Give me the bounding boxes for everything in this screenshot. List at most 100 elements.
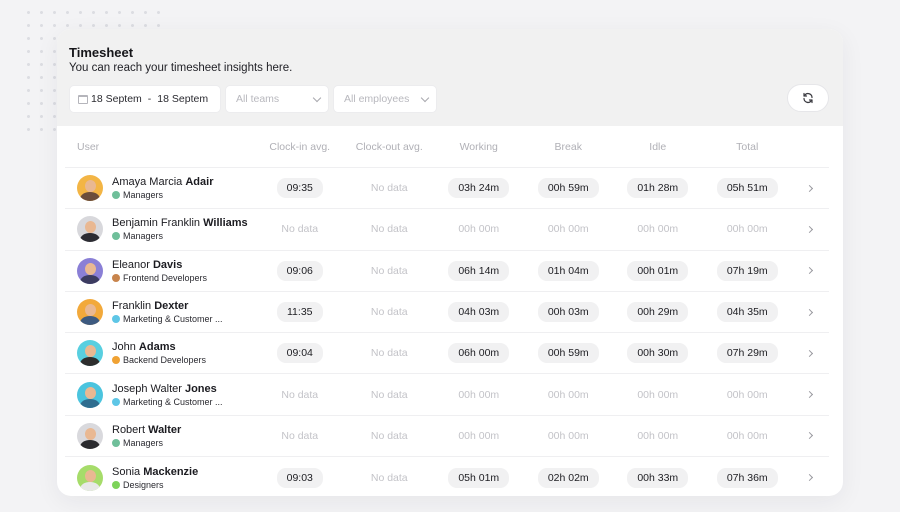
cell-clock-in: 09:06	[255, 260, 345, 281]
timesheet-card: Timesheet You can reach your timesheet i…	[57, 29, 843, 496]
value-pill: 04h 35m	[716, 302, 778, 323]
user-info: Sonia Mackenzie Designers	[112, 466, 198, 490]
calendar-icon	[78, 94, 88, 104]
cell-idle: 00h 00m	[613, 426, 703, 446]
column-header-total: Total	[736, 140, 759, 153]
value-pill: 06h 00m	[448, 343, 510, 364]
value-pill: No data	[370, 182, 408, 195]
table-body: Amaya Marcia Adair Managers 09:35 No data…	[65, 168, 829, 496]
value-pill: No data	[370, 347, 408, 360]
user-cell: Amaya Marcia Adair Managers	[65, 175, 255, 202]
value-pill: 00h 29m	[627, 302, 689, 323]
cell-total: 05h 51m	[703, 178, 793, 199]
column-header-user: User	[77, 140, 100, 153]
value-pill: 00h 59m	[537, 343, 599, 364]
table-row[interactable]: Franklin Dexter Marketing & Customer ...…	[65, 292, 829, 334]
cell-total: 00h 00m	[703, 219, 793, 239]
value-pill: 00h 00m	[547, 429, 589, 442]
user-team: Managers	[112, 438, 181, 448]
cell-break: 00h 59m	[524, 178, 614, 199]
cell-break: 00h 59m	[524, 343, 614, 364]
row-open-button[interactable]	[792, 225, 826, 233]
row-open-button[interactable]	[792, 267, 826, 275]
table-row[interactable]: Robert Walter Managers No data No data 00h…	[65, 416, 829, 458]
avatar	[77, 216, 103, 243]
teams-select[interactable]: All teams	[225, 85, 329, 113]
value-pill: 00h 59m	[537, 178, 599, 199]
cell-idle: 01h 28m	[613, 178, 703, 199]
cell-clock-in: No data	[255, 219, 345, 239]
user-info: Joseph Walter Jones Marketing & Customer…	[112, 383, 223, 407]
user-cell: Franklin Dexter Marketing & Customer ...	[65, 299, 255, 326]
value-pill: 00h 00m	[547, 223, 589, 236]
team-dot	[112, 438, 120, 447]
cell-clock-in: No data	[255, 385, 345, 405]
row-open-button[interactable]	[792, 391, 826, 399]
cell-break: 00h 00m	[524, 426, 614, 446]
value-pill: No data	[370, 264, 408, 277]
employees-select[interactable]: All employees	[333, 85, 437, 113]
row-open-button[interactable]	[792, 474, 826, 482]
user-name: Joseph Walter Jones	[112, 382, 217, 395]
table-row[interactable]: Benjamin Franklin Williams Managers No d…	[65, 209, 829, 251]
table-header: User Clock-in avg. Clock-out avg. Workin…	[65, 126, 829, 168]
cell-clock-out: No data	[345, 219, 435, 239]
value-pill: 04h 03m	[448, 302, 510, 323]
user-info: Robert Walter Managers	[112, 424, 181, 448]
avatar	[77, 257, 103, 284]
chevron-right-icon	[805, 349, 813, 357]
row-open-button[interactable]	[792, 308, 826, 316]
user-cell: John Adams Backend Developers	[65, 340, 255, 367]
avatar	[77, 299, 103, 326]
column-header-break: Break	[554, 140, 582, 153]
value-pill: No data	[370, 429, 408, 442]
team-dot	[112, 397, 120, 406]
user-team: Managers	[112, 231, 248, 241]
row-open-button[interactable]	[792, 349, 826, 357]
value-pill: 02h 02m	[537, 467, 599, 488]
user-cell: Benjamin Franklin Williams Managers	[65, 216, 255, 243]
value-pill: 09:35	[276, 178, 323, 199]
value-pill: 00h 00m	[726, 223, 768, 236]
value-pill: 07h 19m	[716, 260, 778, 281]
table-row[interactable]: Eleanor Davis Frontend Developers 09:06 N…	[65, 251, 829, 292]
value-pill: 00h 30m	[627, 343, 689, 364]
cell-idle: 00h 33m	[613, 467, 703, 488]
value-pill: 03h 24m	[448, 178, 510, 199]
table-row[interactable]: Amaya Marcia Adair Managers 09:35 No data…	[65, 168, 829, 210]
value-pill: 07h 36m	[716, 467, 778, 488]
value-pill: 00h 00m	[637, 223, 679, 236]
table-row[interactable]: John Adams Backend Developers 09:04 No da…	[65, 333, 829, 375]
chevron-right-icon	[805, 474, 813, 482]
row-open-button[interactable]	[792, 184, 826, 192]
value-pill: No data	[370, 306, 408, 319]
row-open-button[interactable]	[792, 432, 826, 440]
date-range-picker[interactable]: 18 Septem - 18 Septem	[69, 85, 221, 113]
value-pill: 07h 29m	[716, 343, 778, 364]
user-info: Benjamin Franklin Williams Managers	[112, 217, 248, 241]
cell-clock-in: 09:03	[255, 467, 345, 488]
team-dot	[112, 356, 120, 365]
value-pill: 09:03	[276, 467, 323, 488]
cell-total: 04h 35m	[703, 302, 793, 323]
column-header-idle: Idle	[649, 140, 667, 153]
cell-break: 02h 02m	[524, 467, 614, 488]
date-to: 18 Septem	[157, 93, 209, 105]
cell-clock-in: 11:35	[255, 302, 345, 323]
value-pill: No data	[370, 471, 408, 484]
cell-working: 05h 01m	[434, 467, 524, 488]
table-row[interactable]: Joseph Walter Jones Marketing & Customer…	[65, 374, 829, 416]
date-from: 18 Septem	[91, 93, 142, 105]
cell-working: 00h 00m	[434, 385, 524, 405]
refresh-button[interactable]	[787, 84, 829, 112]
user-cell: Sonia Mackenzie Designers	[65, 464, 255, 491]
cell-idle: 00h 01m	[613, 260, 703, 281]
value-pill: No data	[281, 429, 319, 442]
user-name: Amaya Marcia Adair	[112, 176, 214, 189]
table-row[interactable]: Sonia Mackenzie Designers 09:03 No data 05…	[65, 457, 829, 496]
chevron-down-icon	[420, 93, 430, 102]
cell-clock-in: 09:35	[255, 178, 345, 199]
value-pill: 00h 03m	[537, 302, 599, 323]
chevron-right-icon	[805, 432, 813, 440]
cell-break: 01h 04m	[524, 260, 614, 281]
